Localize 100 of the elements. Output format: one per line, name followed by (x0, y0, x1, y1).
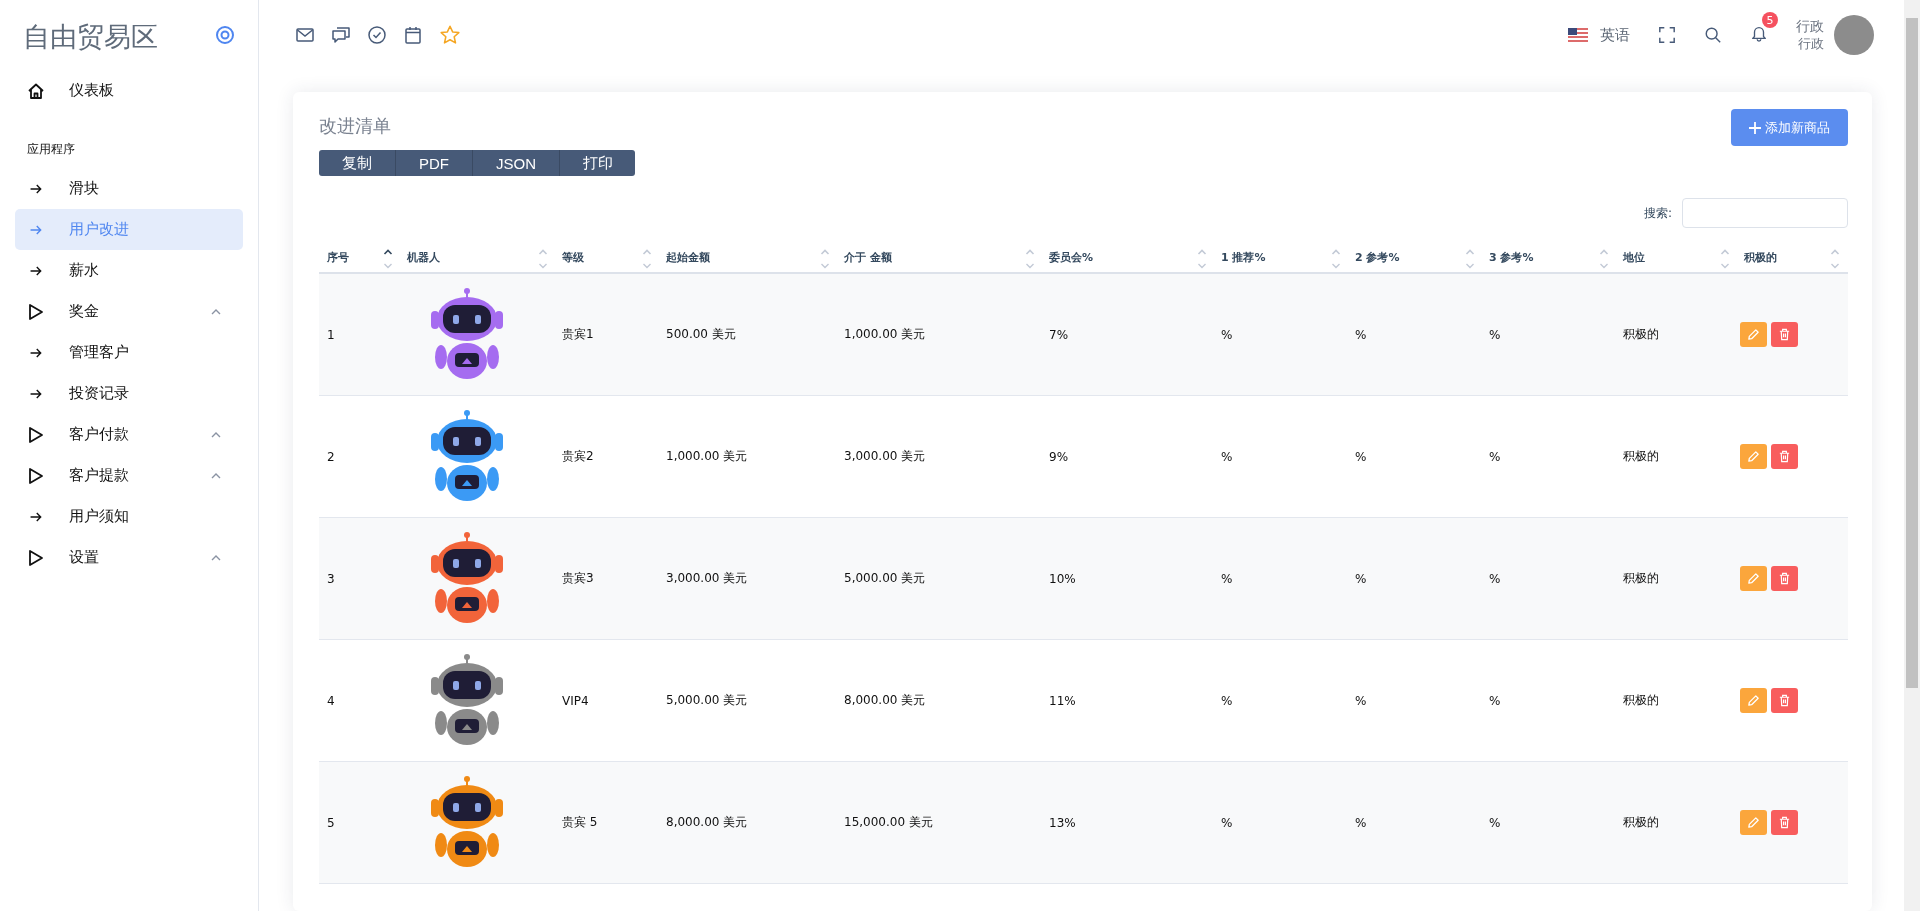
sidebar-item[interactable]: 薪水 (15, 250, 243, 291)
mail-icon[interactable] (295, 25, 315, 45)
table-cell: % (1355, 449, 1367, 464)
pencil-icon (1747, 450, 1760, 463)
user-name: 行政 (1796, 18, 1824, 35)
delete-button[interactable] (1771, 444, 1798, 469)
sidebar-item[interactable]: 奖金 (15, 291, 243, 332)
edit-button[interactable] (1740, 566, 1767, 591)
table-cell: 5 (327, 815, 335, 830)
avatar[interactable] (1834, 15, 1874, 55)
table-cell: % (1489, 449, 1501, 464)
table-cell: 8,000.00 美元 (844, 692, 926, 709)
table-cell: 积极的 (1623, 448, 1659, 465)
fullscreen-icon[interactable] (1658, 26, 1676, 44)
table-cell: 13% (1049, 815, 1076, 830)
sidebar-item[interactable]: 滑块 (15, 168, 243, 209)
table-cell: 9% (1049, 449, 1069, 464)
search-icon[interactable] (1704, 26, 1722, 44)
search-field[interactable] (1682, 198, 1848, 228)
check-circle-icon[interactable] (367, 25, 387, 45)
table-cell: 积极的 (1623, 326, 1659, 343)
chevron-up-icon (211, 308, 221, 315)
table-cell: % (1221, 693, 1233, 708)
flag-icon (1568, 28, 1588, 42)
bell-icon[interactable] (1750, 24, 1768, 42)
home-icon (27, 81, 45, 100)
notification-badge: 5 (1762, 12, 1778, 28)
export-button[interactable]: JSON (473, 150, 560, 176)
table-cell: % (1355, 815, 1367, 830)
table-cell: 积极的 (1623, 570, 1659, 587)
scrollbar[interactable] (1904, 0, 1920, 911)
column-header[interactable]: 1 推荐% (1221, 249, 1266, 265)
chevron-up-icon (211, 472, 221, 479)
export-button[interactable]: PDF (396, 150, 473, 176)
sidebar-item[interactable]: 设置 (15, 537, 243, 578)
table-cell: % (1221, 815, 1233, 830)
trash-icon (1778, 694, 1791, 707)
triangle-icon (27, 425, 45, 444)
table-cell: % (1355, 327, 1367, 342)
table-cell: % (1221, 449, 1233, 464)
table-cell: 15,000.00 美元 (844, 814, 933, 831)
table-cell: 4 (327, 693, 335, 708)
chat-icon[interactable] (331, 25, 351, 45)
table-cell: % (1489, 693, 1501, 708)
sort-icon[interactable] (383, 248, 393, 270)
table-cell: 3,000.00 美元 (666, 570, 748, 587)
edit-button[interactable] (1740, 322, 1767, 347)
pencil-icon (1747, 816, 1760, 829)
table-cell: 8,000.00 美元 (666, 814, 748, 831)
export-button[interactable]: 打印 (560, 150, 635, 176)
delete-button[interactable] (1771, 566, 1798, 591)
target-icon[interactable] (215, 25, 235, 45)
delete-button[interactable] (1771, 322, 1798, 347)
table-cell: 2 (327, 449, 335, 464)
edit-button[interactable] (1740, 810, 1767, 835)
column-header[interactable]: 序号 (327, 249, 349, 265)
column-header[interactable]: 2 参考% (1355, 249, 1400, 265)
column-header[interactable]: 3 参考% (1489, 249, 1534, 265)
column-header[interactable]: 起始金额 (666, 249, 710, 265)
delete-button[interactable] (1771, 688, 1798, 713)
table-cell: % (1489, 815, 1501, 830)
delete-button[interactable] (1771, 810, 1798, 835)
sidebar-item[interactable]: 客户付款 (15, 414, 243, 455)
table-cell: 贵宾2 (562, 448, 594, 465)
column-header[interactable]: 地位 (1623, 249, 1645, 265)
trash-icon (1778, 328, 1791, 341)
sidebar-item[interactable]: 客户提款 (15, 455, 243, 496)
chevron-up-icon (211, 431, 221, 438)
table-cell: 10% (1049, 571, 1076, 586)
export-button[interactable]: 复制 (319, 150, 396, 176)
table-cell: 500.00 美元 (666, 326, 736, 343)
sidebar-item[interactable]: 投资记录 (15, 373, 243, 414)
triangle-icon (27, 548, 45, 567)
language-selector[interactable]: 英语 (1568, 25, 1630, 45)
table-cell: 贵宾3 (562, 570, 594, 587)
table-cell: 贵宾1 (562, 326, 594, 343)
table-cell: % (1355, 571, 1367, 586)
triangle-icon (27, 466, 45, 485)
brand-title: 自由贸易区 (23, 20, 158, 54)
calendar-icon[interactable] (403, 25, 423, 45)
table-cell: 7% (1049, 327, 1069, 342)
star-icon[interactable] (439, 24, 461, 46)
column-header[interactable]: 等级 (562, 249, 584, 265)
sidebar-item[interactable]: 仪表板 (15, 70, 243, 111)
column-header[interactable]: 机器人 (407, 249, 440, 265)
card-title: 改进清单 (319, 114, 392, 138)
column-header[interactable]: 委员会% (1049, 249, 1094, 265)
sidebar-item[interactable]: 管理客户 (15, 332, 243, 373)
table-cell: 11% (1049, 693, 1076, 708)
table-cell: 积极的 (1623, 814, 1659, 831)
column-header[interactable]: 积极的 (1744, 249, 1777, 265)
user-role: 行政 (1798, 35, 1824, 52)
table-cell: % (1489, 327, 1501, 342)
section-heading: 应用程序 (26, 141, 76, 158)
column-header[interactable]: 介于 金额 (844, 249, 892, 265)
edit-button[interactable] (1740, 444, 1767, 469)
edit-button[interactable] (1740, 688, 1767, 713)
sidebar-item[interactable]: 用户须知 (15, 496, 243, 537)
table-cell: 贵宾 5 (562, 814, 598, 831)
pencil-icon (1747, 328, 1760, 341)
